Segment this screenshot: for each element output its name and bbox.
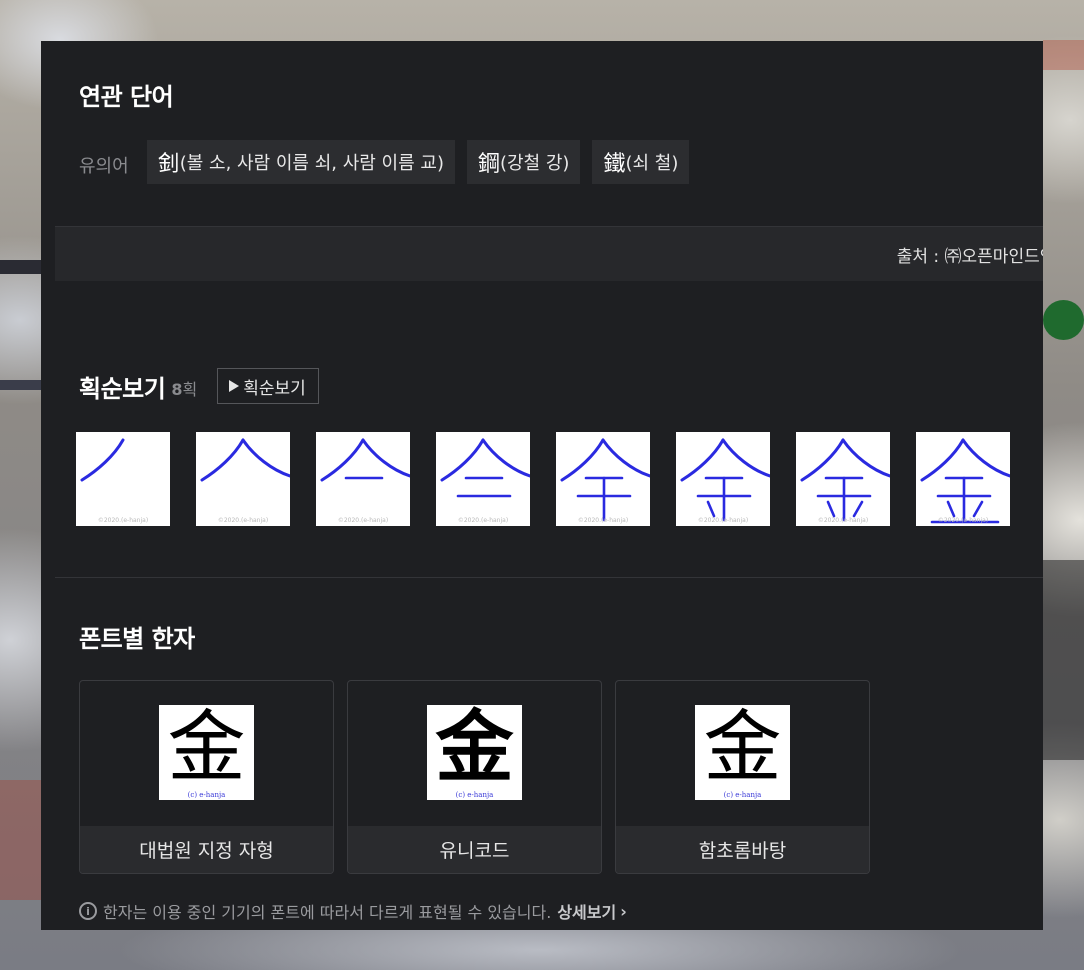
- glyph-credit: (c) e-hanja: [723, 791, 762, 799]
- stroke-order-frame: ©2020.(e-hanja): [436, 432, 530, 526]
- stroke-order-title: 획순보기: [79, 373, 166, 403]
- stroke-diagram: [440, 438, 530, 498]
- stroke-order-frames: ©2020.(e-hanja) ©2020.(e-hanja) ©2020.(e-h…: [76, 432, 1010, 526]
- frame-watermark: ©2020.(e-hanja): [97, 517, 149, 524]
- stroke-order-frame: ©2020.(e-hanja): [676, 432, 770, 526]
- frame-watermark: ©2020.(e-hanja): [697, 517, 749, 524]
- font-glyph: 金: [167, 703, 246, 793]
- stroke-order-frame: ©2020.(e-hanja): [196, 432, 290, 526]
- stroke-order-frame: ©2020.(e-hanja): [796, 432, 890, 526]
- frame-watermark: ©2020.(e-hanja): [817, 517, 869, 524]
- glyph-credit: (c) e-hanja: [455, 791, 494, 799]
- font-card-label: 함초롬바탕: [616, 826, 869, 873]
- synonym-row: 유의어 釗 (볼 소, 사람 이름 쇠, 사람 이름 교) 鋼 (강철 강) 鐵…: [79, 140, 701, 184]
- details-link[interactable]: 상세보기: [557, 899, 616, 923]
- stroke-diagram: [560, 438, 650, 522]
- font-glyph: 金: [703, 704, 782, 791]
- synonym-hanja: 鐵: [603, 152, 626, 177]
- synonym-chip[interactable]: 鋼 (강철 강): [466, 140, 581, 184]
- stroke-order-header: 획순보기 8획 획순보기: [79, 368, 319, 404]
- font-card-label: 유니코드: [348, 826, 601, 873]
- stroke-count-unit: 획: [182, 380, 198, 399]
- font-card[interactable]: 金 (c) e-hanja 함초롬바탕: [615, 680, 870, 874]
- stroke-count-number: 8: [171, 380, 183, 399]
- stroke-diagram: [800, 438, 890, 522]
- glyph-credit: (c) e-hanja: [187, 791, 226, 799]
- stroke-order-frame: ©2020.(e-hanja): [316, 432, 410, 526]
- stroke-diagram: [80, 438, 125, 482]
- play-icon: [229, 380, 240, 392]
- font-variant-cards: 金 (c) e-hanja 대법원 지정 자형 金 (c) e-hanja 유니…: [79, 680, 883, 874]
- notice-text: 한자는 이용 중인 기기의 폰트에 따라서 다르게 표현될 수 있습니다.: [103, 903, 552, 922]
- synonym-hanja: 鋼: [477, 152, 500, 177]
- frame-watermark: ©2020.(e-hanja): [337, 517, 389, 524]
- stroke-order-frame: ©2020.(e-hanja): [556, 432, 650, 526]
- synonym-meaning: (강철 강): [499, 153, 570, 174]
- font-card-label: 대법원 지정 자형: [80, 826, 333, 873]
- frame-watermark: ©2020.(e-hanja): [457, 517, 509, 524]
- synonym-chip[interactable]: 鐵 (쇠 철): [592, 140, 690, 184]
- font-card[interactable]: 金 (c) e-hanja 대법원 지정 자형: [79, 680, 334, 874]
- stroke-count: 8획: [171, 376, 197, 400]
- section-divider: [55, 577, 1043, 578]
- stroke-diagram: [680, 438, 770, 522]
- stroke-order-frame: ©2020.(e-hanja): [76, 432, 170, 526]
- font-glyph-image: 金 (c) e-hanja: [695, 705, 790, 800]
- font-notice: i 한자는 이용 중인 기기의 폰트에 따라서 다르게 표현될 수 있습니다. …: [79, 899, 627, 923]
- font-card[interactable]: 金 (c) e-hanja 유니코드: [347, 680, 602, 874]
- synonym-hanja: 釗: [157, 152, 180, 177]
- source-bar: 출처 : ㈜오픈마인드인포: [55, 226, 1043, 281]
- stroke-diagram: [320, 438, 410, 482]
- source-text: 출처 : ㈜오픈마인드인포: [896, 246, 1043, 267]
- play-stroke-order-button[interactable]: 획순보기: [217, 368, 319, 404]
- frame-watermark: ©2020.(e-hanja): [217, 517, 269, 524]
- stroke-diagram: [920, 438, 1010, 524]
- synonym-label: 유의어: [79, 156, 129, 177]
- frame-watermark: ©2020.(e-hanja): [577, 517, 629, 524]
- font-variants-title: 폰트별 한자: [79, 624, 195, 653]
- synonym-chip[interactable]: 釗 (볼 소, 사람 이름 쇠, 사람 이름 교): [146, 140, 455, 184]
- hanja-detail-panel: 연관 단어 유의어 釗 (볼 소, 사람 이름 쇠, 사람 이름 교) 鋼 (강…: [41, 41, 1043, 930]
- info-icon: i: [79, 902, 97, 920]
- play-stroke-order-label: 획순보기: [243, 378, 306, 399]
- font-glyph-image: 金 (c) e-hanja: [159, 705, 254, 800]
- stroke-diagram: [200, 438, 290, 482]
- font-glyph-image: 金 (c) e-hanja: [427, 705, 522, 800]
- font-glyph: 金: [435, 703, 514, 793]
- frame-watermark: ©2020.(e-hanja): [937, 517, 989, 524]
- chevron-right-icon: ›: [620, 901, 627, 921]
- synonym-meaning: (볼 소, 사람 이름 쇠, 사람 이름 교): [179, 153, 444, 174]
- related-words-title: 연관 단어: [79, 82, 174, 111]
- synonym-meaning: (쇠 철): [625, 153, 679, 174]
- stroke-order-frame: ©2020.(e-hanja): [916, 432, 1010, 526]
